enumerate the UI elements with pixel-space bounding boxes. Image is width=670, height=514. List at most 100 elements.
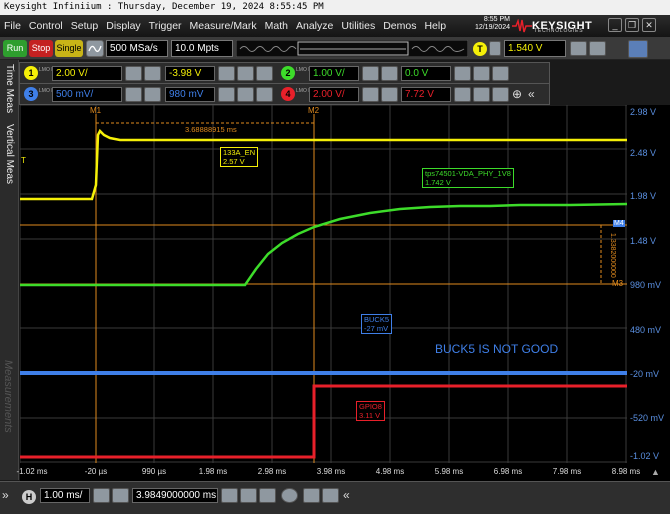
ch2-offset-field[interactable]: 0.0 V — [401, 66, 451, 81]
measurements-panel-label[interactable]: Measurements — [2, 360, 14, 433]
single-button[interactable]: Single — [55, 40, 83, 57]
menu-help[interactable]: Help — [420, 20, 450, 32]
ch3-offset-down-icon[interactable] — [218, 87, 235, 102]
position-left-icon[interactable] — [221, 488, 238, 503]
ch2-offset-up-icon[interactable] — [492, 66, 509, 81]
ch4-scale-down-icon[interactable] — [362, 87, 379, 102]
menu-analyze[interactable]: Analyze — [292, 20, 337, 32]
waveform-display[interactable]: M1 M2 M4 M3 3.68888915 ms 1.3382000000 T… — [19, 104, 628, 463]
close-icon[interactable]: ✕ — [642, 18, 656, 32]
help-pointer-icon[interactable] — [628, 40, 648, 58]
clock: 8:55 PM 12/19/2024 — [454, 16, 510, 32]
ch1-offset-field[interactable]: -3.98 V — [165, 66, 215, 81]
ch1-annotation[interactable]: 133A_EN 2.57 V — [220, 147, 259, 167]
marker-m4-label[interactable]: M4 — [613, 220, 625, 227]
ch2-annotation-value: 1.742 V — [425, 178, 451, 187]
ch1-annotation-name: 133A_EN — [223, 148, 256, 157]
zoom-icon[interactable] — [303, 488, 320, 503]
ch3-badge[interactable]: 3 — [24, 87, 38, 101]
ch3-annotation-value: -27 mV — [364, 324, 389, 333]
marker-m1-label[interactable]: M1 — [90, 106, 101, 115]
ch1-scale-field[interactable]: 2.00 V/ — [52, 66, 122, 81]
ch3-scale-field[interactable]: 500 mV/ — [52, 87, 122, 102]
menu-utilities[interactable]: Utilities — [337, 20, 379, 32]
ch1-offset-zero-icon[interactable] — [237, 66, 254, 81]
sample-rate-field[interactable]: 500 MSa/s — [106, 40, 168, 57]
x-tick: -1.02 ms — [16, 467, 48, 476]
stop-button[interactable]: Stop — [29, 40, 53, 57]
tab-time-meas[interactable]: Time Meas — [4, 64, 15, 113]
minimize-icon[interactable]: _ — [608, 18, 622, 32]
restore-icon[interactable]: ❐ — [625, 18, 639, 32]
ch2-offset-down-icon[interactable] — [454, 66, 471, 81]
ch4-offset-up-icon[interactable] — [492, 87, 509, 102]
tab-vertical-meas[interactable]: Vertical Meas — [4, 124, 15, 184]
x-tick: 1.98 ms — [198, 467, 228, 476]
x-tick: 4.98 ms — [375, 467, 405, 476]
add-channel-icon[interactable]: ⊕ — [512, 87, 522, 102]
trigger-up-icon[interactable] — [589, 41, 606, 56]
horizontal-badge[interactable]: H — [22, 490, 36, 504]
trigger-slope-icon[interactable] — [489, 41, 501, 56]
ch1-scale-down-icon[interactable] — [125, 66, 142, 81]
ch4-offset-down-icon[interactable] — [454, 87, 471, 102]
ch2-scale-field[interactable]: 1.00 V/ — [309, 66, 359, 81]
marker-m3-label[interactable]: M3 — [612, 279, 623, 288]
ch4-scale-field[interactable]: 2.00 V/ — [309, 87, 359, 102]
zoom-out-icon[interactable] — [322, 488, 339, 503]
memory-depth-field[interactable]: 10.0 Mpts — [171, 40, 233, 57]
ch2-offset-zero-icon[interactable] — [473, 66, 490, 81]
timebase-field[interactable]: 1.00 ms/ — [40, 488, 90, 503]
ch2-scale-down-icon[interactable] — [362, 66, 379, 81]
menu-setup[interactable]: Setup — [67, 20, 102, 32]
collapse-icon[interactable]: « — [528, 87, 535, 102]
ch4-badge[interactable]: 4 — [281, 87, 295, 101]
ch3-scale-up-icon[interactable] — [144, 87, 161, 102]
ch3-offset-up-icon[interactable] — [256, 87, 273, 102]
x-tick: 8.98 ms — [611, 467, 641, 476]
ch1-offset-down-icon[interactable] — [218, 66, 235, 81]
ch3-offset-zero-icon[interactable] — [237, 87, 254, 102]
menu-file[interactable]: File — [0, 20, 25, 32]
run-button[interactable]: Run — [3, 40, 27, 57]
y-tick: -1.02 V — [630, 451, 660, 461]
autoscale-icon[interactable] — [86, 40, 104, 57]
y-tick: 980 mV — [630, 280, 662, 290]
marker-lines — [20, 114, 627, 463]
ch4-offset-zero-icon[interactable] — [473, 87, 490, 102]
marker-m2-label[interactable]: M2 — [308, 106, 319, 115]
ch2-scale-up-icon[interactable] — [381, 66, 398, 81]
position-zero-icon[interactable] — [240, 488, 257, 503]
ch4-offset-field[interactable]: 7.72 V — [401, 87, 451, 102]
ch2-annotation[interactable]: tps74501-VDA_PHY_1V8 1.742 V — [422, 168, 514, 188]
ch1-badge[interactable]: 1 — [24, 66, 38, 80]
expand-panel-icon[interactable]: » — [2, 488, 9, 502]
y-axis: 2.98 V 2.48 V 1.98 V 1.48 V 980 mV 480 m… — [627, 105, 670, 463]
ch4-scale-up-icon[interactable] — [381, 87, 398, 102]
expand-icon[interactable]: ▲ — [651, 467, 660, 477]
trigger-level-field[interactable]: 1.540 V — [504, 40, 566, 57]
delay-icon[interactable] — [281, 488, 298, 503]
ch3-annotation[interactable]: BUCK5 -27 mV — [361, 314, 393, 334]
waveform-overview-icon[interactable] — [236, 40, 468, 57]
trigger-badge[interactable]: T — [473, 42, 487, 56]
menu-math[interactable]: Math — [261, 20, 292, 32]
ch4-annotation[interactable]: GPIO8 3.11 V — [356, 401, 385, 421]
position-field[interactable]: 3.9849000000 ms — [132, 488, 218, 503]
ch2-badge[interactable]: 2 — [281, 66, 295, 80]
menu-trigger[interactable]: Trigger — [145, 20, 186, 32]
timebase-up-icon[interactable] — [112, 488, 129, 503]
ch3-offset-field[interactable]: 980 mV — [165, 87, 215, 102]
ch1-scale-up-icon[interactable] — [144, 66, 161, 81]
trigger-down-icon[interactable] — [570, 41, 587, 56]
collapse-bottom-icon[interactable]: « — [343, 488, 350, 502]
timebase-down-icon[interactable] — [93, 488, 110, 503]
menu-demos[interactable]: Demos — [379, 20, 420, 32]
position-right-icon[interactable] — [259, 488, 276, 503]
menu-control[interactable]: Control — [25, 20, 67, 32]
ch3-scale-down-icon[interactable] — [125, 87, 142, 102]
ch1-offset-up-icon[interactable] — [256, 66, 273, 81]
menu-display[interactable]: Display — [102, 20, 144, 32]
menu-measure-mark[interactable]: Measure/Mark — [186, 20, 261, 32]
ch4-annotation-name: GPIO8 — [359, 402, 382, 411]
